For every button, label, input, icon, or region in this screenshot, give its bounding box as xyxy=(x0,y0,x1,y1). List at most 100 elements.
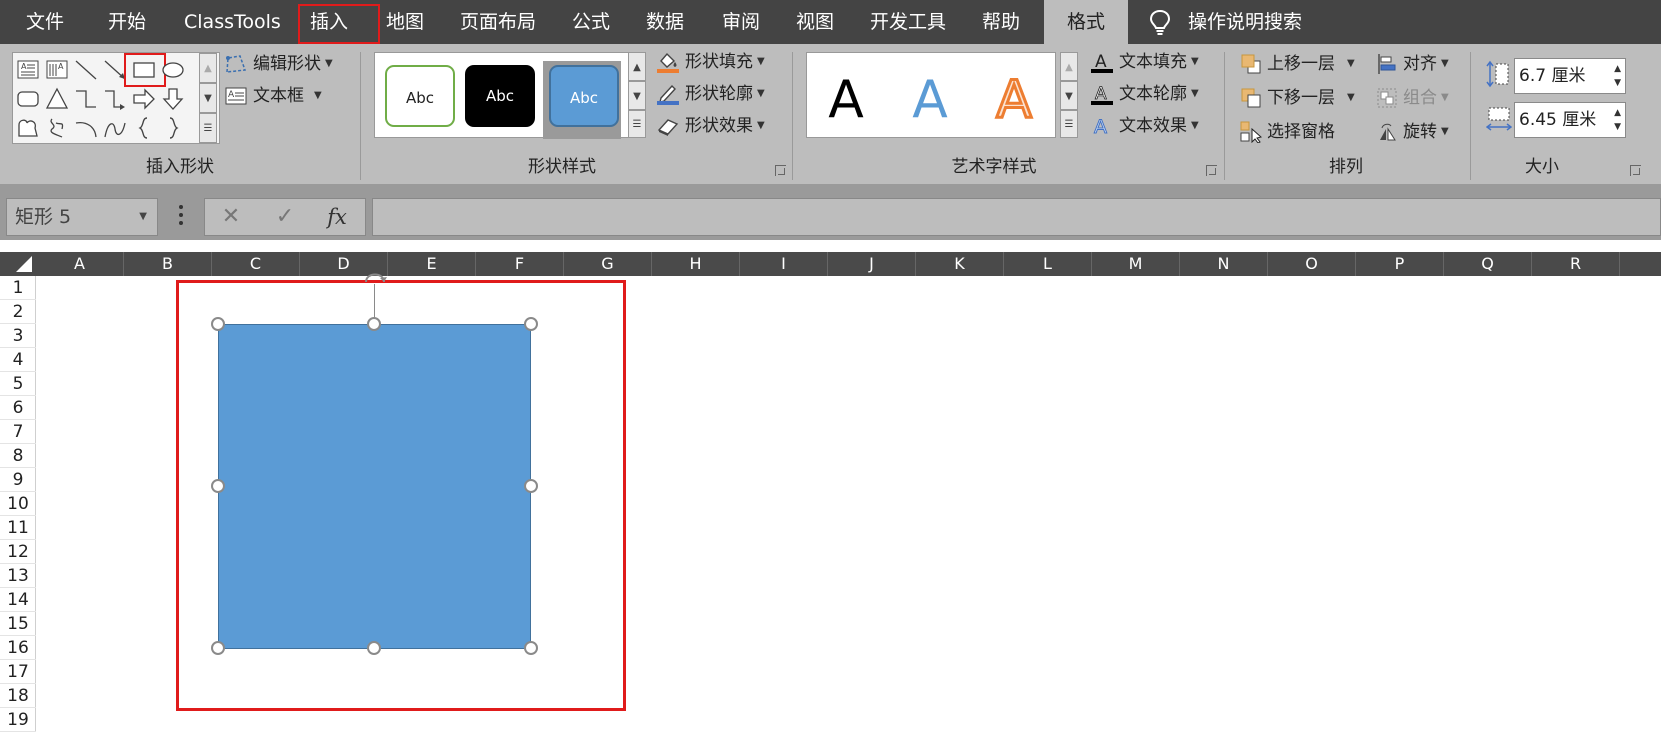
align-button[interactable]: 对齐 ▼ xyxy=(1376,50,1449,78)
triangle-shape-icon[interactable] xyxy=(44,86,70,112)
row-header-cell[interactable]: 2 xyxy=(0,300,36,324)
menu-map[interactable]: 地图 xyxy=(386,0,424,44)
row-header-cell[interactable]: 10 xyxy=(0,492,36,516)
menu-developer[interactable]: 开发工具 xyxy=(870,0,946,44)
row-header-cell[interactable]: 8 xyxy=(0,444,36,468)
row-header-cell[interactable]: 12 xyxy=(0,540,36,564)
resize-handle-top-right[interactable] xyxy=(524,317,538,331)
more-options-icon[interactable] xyxy=(178,200,184,230)
row-header-cell[interactable]: 7 xyxy=(0,420,36,444)
row-header-cell[interactable]: 13 xyxy=(0,564,36,588)
shape-fill-button[interactable]: 形状填充 ▼ xyxy=(656,48,765,76)
rectangle-shape[interactable] xyxy=(218,324,531,649)
text-outline-button[interactable]: A 文本轮廓 ▼ xyxy=(1090,80,1199,108)
wordart-more-icon[interactable]: ☰ xyxy=(1060,110,1078,138)
styles-more-icon[interactable]: ☰ xyxy=(628,110,646,138)
menu-help[interactable]: 帮助 xyxy=(982,0,1020,44)
styles-scroll-up-icon[interactable]: ▲ xyxy=(628,52,646,81)
column-header-cell[interactable]: N xyxy=(1180,252,1268,276)
row-header-cell[interactable]: 19 xyxy=(0,708,36,732)
row-header-cell[interactable]: 17 xyxy=(0,660,36,684)
resize-handle-top[interactable] xyxy=(367,317,381,331)
column-header-cell[interactable]: O xyxy=(1268,252,1356,276)
rounded-rectangle-shape-icon[interactable] xyxy=(15,86,41,112)
column-header-cell[interactable]: H xyxy=(652,252,740,276)
column-header-cell[interactable]: J xyxy=(828,252,916,276)
menu-classtools[interactable]: ClassTools xyxy=(184,0,281,44)
resize-handle-right[interactable] xyxy=(524,479,538,493)
resize-handle-left[interactable] xyxy=(211,479,225,493)
bring-forward-button[interactable]: 上移一层 ▼ xyxy=(1240,50,1355,78)
column-header-cell[interactable]: K xyxy=(916,252,1004,276)
row-header-cell[interactable]: 9 xyxy=(0,468,36,492)
shape-outline-button[interactable]: 形状轮廓 ▼ xyxy=(656,80,765,108)
row-header-cell[interactable]: 1 xyxy=(0,276,36,300)
column-header-cell[interactable]: P xyxy=(1356,252,1444,276)
shape-height-input[interactable]: 6.7 厘米 ▲ ▼ xyxy=(1514,58,1626,94)
row-header-cell[interactable]: 5 xyxy=(0,372,36,396)
wordart-scroll-up-icon[interactable]: ▲ xyxy=(1060,52,1078,81)
cancel-icon[interactable]: ✕ xyxy=(211,199,251,235)
column-header-cell[interactable]: C xyxy=(212,252,300,276)
resize-handle-bottom-left[interactable] xyxy=(211,641,225,655)
arc-shape-icon[interactable] xyxy=(73,115,99,141)
shape-style-blue-thumb[interactable]: Abc xyxy=(549,65,619,127)
edit-shape-button[interactable]: 编辑形状 ▼ xyxy=(224,50,333,78)
right-brace-shape-icon[interactable] xyxy=(160,115,186,141)
rotate-handle-icon[interactable] xyxy=(362,268,388,286)
menu-page-layout[interactable]: 页面布局 xyxy=(460,0,536,44)
wordart-orange-outline-thumb[interactable]: A xyxy=(979,63,1049,133)
right-arrow-shape-icon[interactable] xyxy=(131,86,157,112)
chevron-down-icon[interactable]: ▼ xyxy=(139,199,147,235)
shapes-more-icon[interactable]: ☰ xyxy=(199,113,217,143)
row-header-cell[interactable]: 14 xyxy=(0,588,36,612)
formula-input[interactable] xyxy=(372,198,1661,236)
curve-shape-icon[interactable] xyxy=(102,115,128,141)
menu-home[interactable]: 开始 xyxy=(108,0,146,44)
row-header-cell[interactable]: 18 xyxy=(0,684,36,708)
menu-format[interactable]: 格式 xyxy=(1044,0,1128,44)
elbow-connector-icon[interactable] xyxy=(73,86,99,112)
row-header-cell[interactable]: 15 xyxy=(0,612,36,636)
scribble-shape-icon[interactable] xyxy=(44,115,70,141)
left-brace-shape-icon[interactable] xyxy=(131,115,157,141)
resize-handle-bottom-right[interactable] xyxy=(524,641,538,655)
group-button[interactable]: 组合 ▼ xyxy=(1376,84,1449,112)
column-header-cell[interactable]: B xyxy=(124,252,212,276)
column-header-cell[interactable]: Q xyxy=(1444,252,1532,276)
text-fill-button[interactable]: A 文本填充 ▼ xyxy=(1090,48,1199,76)
enter-check-icon[interactable]: ✓ xyxy=(265,199,305,235)
menu-file[interactable]: 文件 xyxy=(26,0,64,44)
resize-handle-bottom[interactable] xyxy=(367,641,381,655)
menu-insert[interactable]: 插入 xyxy=(310,0,348,44)
column-header-cell[interactable]: R xyxy=(1532,252,1620,276)
column-header-cell[interactable]: G xyxy=(564,252,652,276)
rotate-button[interactable]: 旋转 ▼ xyxy=(1376,118,1449,146)
row-header-cell[interactable]: 16 xyxy=(0,636,36,660)
insert-function-icon[interactable]: fx xyxy=(317,199,357,235)
row-header-cell[interactable]: 6 xyxy=(0,396,36,420)
styles-scroll-down-icon[interactable]: ▼ xyxy=(628,81,646,110)
shape-styles-launcher-icon[interactable] xyxy=(775,165,786,176)
column-header-cell[interactable]: M xyxy=(1092,252,1180,276)
column-header-cell[interactable]: L xyxy=(1004,252,1092,276)
line-shape-icon[interactable] xyxy=(73,57,99,83)
lightbulb-icon[interactable] xyxy=(1148,9,1172,37)
wordart-launcher-icon[interactable] xyxy=(1206,165,1217,176)
menu-formulas[interactable]: 公式 xyxy=(572,0,610,44)
shapes-scroll-down-icon[interactable]: ▼ xyxy=(199,83,217,113)
column-header-cell[interactable]: E xyxy=(388,252,476,276)
shape-effects-button[interactable]: 形状效果 ▼ xyxy=(656,112,765,140)
menu-data[interactable]: 数据 xyxy=(646,0,684,44)
shape-style-dark-thumb[interactable]: Abc xyxy=(465,65,535,127)
selection-pane-button[interactable]: 选择窗格 xyxy=(1240,118,1335,146)
shape-style-outline-thumb[interactable]: Abc xyxy=(385,65,455,127)
resize-handle-top-left[interactable] xyxy=(211,317,225,331)
shapes-scroll-up-icon[interactable]: ▲ xyxy=(199,53,217,83)
tell-me-search[interactable]: 操作说明搜索 xyxy=(1188,0,1302,44)
size-launcher-icon[interactable] xyxy=(1630,165,1641,176)
send-backward-button[interactable]: 下移一层 ▼ xyxy=(1240,84,1355,112)
width-spinner-icon[interactable]: ▲ ▼ xyxy=(1614,106,1621,134)
row-header-cell[interactable]: 4 xyxy=(0,348,36,372)
column-header-cell[interactable]: A xyxy=(36,252,124,276)
